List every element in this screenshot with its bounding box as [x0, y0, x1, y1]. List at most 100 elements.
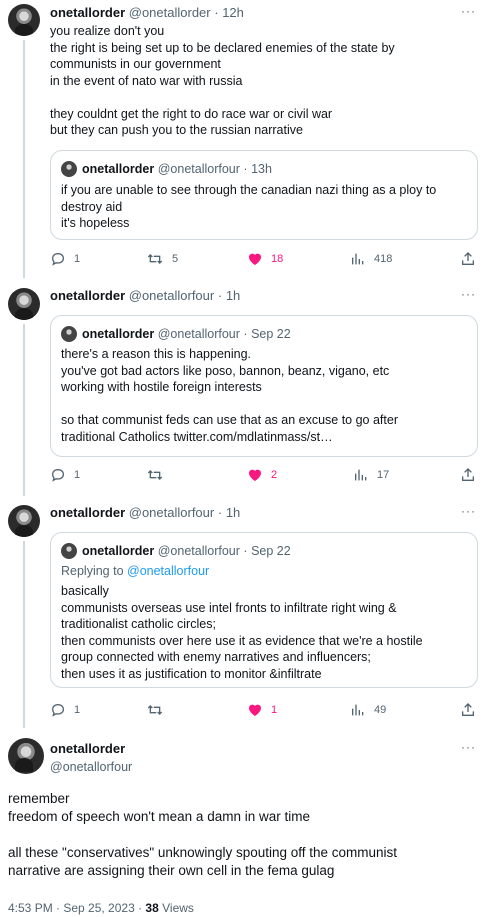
- view-count: 418: [374, 253, 393, 265]
- quote-timestamp: 13h: [251, 162, 272, 176]
- share-button[interactable]: [460, 467, 476, 483]
- like-count: 1: [271, 704, 278, 716]
- reply-icon: [51, 252, 65, 266]
- quote-header: onetallorder @onetallorfour · Sep 22: [82, 543, 291, 559]
- quote-author-handle: @onetallorfour: [157, 327, 240, 341]
- retweet-icon: [147, 470, 163, 480]
- quote-header: onetallorder @onetallorfour · Sep 22: [82, 326, 291, 342]
- separator: ·: [214, 5, 219, 20]
- tweet-text: you realize don't you the right is being…: [50, 24, 395, 137]
- reply-button[interactable]: 1: [50, 251, 80, 267]
- quote-author-name: onetallorder: [82, 327, 155, 341]
- quote-avatar: [61, 326, 77, 342]
- main-tweet-text: remember freedom of speech won't mean a …: [8, 791, 398, 878]
- tweet-header: onetallorder @onetallorder · 12h: [50, 5, 244, 21]
- avatar[interactable]: [8, 4, 40, 36]
- author-handle[interactable]: @onetallorder: [129, 5, 211, 20]
- avatar[interactable]: [8, 505, 40, 537]
- replying-handle-link[interactable]: @onetallorfour: [127, 564, 209, 578]
- heart-filled-icon: [249, 469, 261, 481]
- separator: ·: [217, 505, 223, 520]
- quoted-tweet[interactable]: onetallorder @onetallorfour · Sep 22 the…: [50, 315, 478, 457]
- reply-icon: [51, 703, 65, 717]
- like-button[interactable]: 18: [247, 251, 283, 267]
- quote-author-handle: @onetallorfour: [157, 162, 240, 176]
- views-button[interactable]: 49: [350, 702, 386, 718]
- view-count: 49: [374, 704, 387, 716]
- retweet-icon: [147, 705, 163, 715]
- reply-button[interactable]: 1: [50, 467, 80, 483]
- tweet-1[interactable]: onetallorder @onetallorder · 12h ··· you…: [0, 0, 490, 278]
- views-chart-icon: [355, 469, 367, 481]
- author-name[interactable]: onetallorder: [50, 5, 125, 20]
- quote-author-name: onetallorder: [82, 544, 155, 558]
- like-button[interactable]: 2: [247, 467, 277, 483]
- more-options-icon[interactable]: ···: [461, 4, 476, 18]
- timestamp[interactable]: 1h: [226, 505, 240, 520]
- views-button[interactable]: 418: [350, 251, 392, 267]
- share-icon: [462, 468, 474, 481]
- view-count: 17: [377, 469, 390, 481]
- share-button[interactable]: [460, 251, 476, 267]
- like-count: 2: [271, 469, 278, 481]
- action-bar: 1 1 49: [50, 702, 480, 720]
- tweet-header: onetallorder @onetallorfour · 1h: [50, 505, 240, 521]
- tweet-meta: 4:53 PM · Sep 25, 2023 · 38 Views: [8, 901, 194, 915]
- quote-timestamp: Sep 22: [251, 544, 291, 558]
- timestamp[interactable]: 12h: [222, 5, 244, 20]
- reply-button[interactable]: 1: [50, 702, 80, 718]
- retweet-button[interactable]: [146, 702, 172, 718]
- tweet-2[interactable]: onetallorder @onetallorfour · 1h ··· one…: [0, 278, 490, 496]
- post-timestamp[interactable]: 4:53 PM · Sep 25, 2023 ·: [8, 901, 145, 915]
- replying-to: Replying to @onetallorfour: [61, 563, 209, 579]
- quote-avatar: [61, 161, 77, 177]
- thread-line: [23, 40, 25, 278]
- author-handle[interactable]: @onetallorfour: [129, 288, 214, 303]
- more-options-icon[interactable]: ···: [461, 504, 476, 518]
- views-chart-icon: [352, 253, 364, 265]
- quote-text: there's a reason this is happening. you'…: [61, 347, 398, 444]
- action-bar: 1 2 17: [50, 467, 480, 485]
- tweet-3[interactable]: onetallorder @onetallorfour · 1h ··· one…: [0, 496, 490, 728]
- share-icon: [462, 703, 474, 716]
- views-label: Views: [158, 901, 194, 915]
- separator: ·: [243, 544, 248, 558]
- author-name[interactable]: onetallorder: [50, 288, 125, 303]
- reply-count: 1: [74, 704, 81, 716]
- quote-avatar: [61, 543, 77, 559]
- author-name[interactable]: onetallorder: [50, 505, 125, 520]
- main-tweet-header: onetallorder @onetallorfour: [50, 741, 132, 775]
- retweet-button[interactable]: [146, 467, 172, 483]
- quote-author-name: onetallorder: [82, 162, 155, 176]
- action-bar: 1 5 18 418: [50, 251, 480, 269]
- views-chart-icon: [352, 704, 364, 716]
- heart-filled-icon: [249, 253, 261, 265]
- retweet-button[interactable]: 5: [146, 251, 178, 267]
- retweet-icon: [147, 254, 163, 264]
- retweet-count: 5: [172, 253, 179, 265]
- quote-text: basically communists overseas use intel …: [61, 584, 423, 681]
- quote-author-handle: @onetallorfour: [157, 544, 240, 558]
- quoted-tweet[interactable]: onetallorder @onetallorfour · Sep 22 Rep…: [50, 532, 478, 688]
- quote-header: onetallorder @onetallorfour · 13h: [82, 161, 272, 177]
- separator: ·: [217, 288, 223, 303]
- quote-text: if you are unable to see through the can…: [61, 183, 437, 230]
- tweet-header: onetallorder @onetallorfour · 1h: [50, 288, 240, 304]
- author-handle[interactable]: @onetallorfour: [50, 759, 132, 775]
- author-handle[interactable]: @onetallorfour: [129, 505, 214, 520]
- author-name[interactable]: onetallorder: [50, 741, 132, 757]
- timestamp[interactable]: 1h: [226, 288, 240, 303]
- separator: ·: [243, 162, 248, 176]
- like-button[interactable]: 1: [247, 702, 277, 718]
- views-button[interactable]: 17: [353, 467, 389, 483]
- quoted-tweet[interactable]: onetallorder @onetallorfour · 13h if you…: [50, 150, 478, 240]
- quote-timestamp: Sep 22: [251, 327, 291, 341]
- share-button[interactable]: [460, 702, 476, 718]
- reply-count: 1: [74, 469, 81, 481]
- avatar[interactable]: [8, 288, 40, 320]
- more-options-icon[interactable]: ···: [461, 287, 476, 301]
- thread-line: [23, 541, 25, 728]
- separator: ·: [243, 327, 248, 341]
- avatar[interactable]: [8, 738, 44, 774]
- more-options-icon[interactable]: ···: [461, 740, 476, 754]
